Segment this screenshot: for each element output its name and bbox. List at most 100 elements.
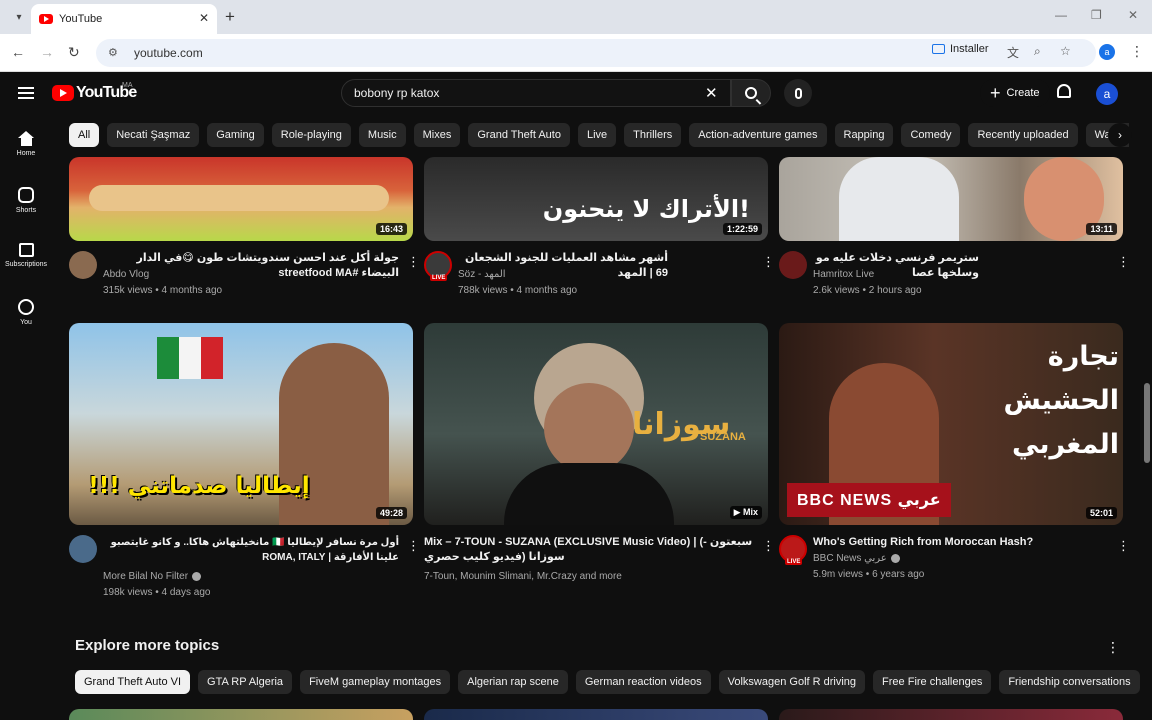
channel-name[interactable]: 7-Toun, Mounim Slimani, Mr.Crazy and mor…: [424, 571, 622, 582]
topic-chip[interactable]: Algerian rap scene: [458, 670, 568, 694]
chips-next-arrow-icon[interactable]: ›: [1108, 123, 1132, 147]
chip[interactable]: Necati Şaşmaz: [107, 123, 200, 147]
channel-name-text: More Bilal No Filter: [103, 571, 189, 582]
channel-name[interactable]: Söz - المهد: [458, 269, 506, 280]
topic-chip[interactable]: GTA RP Algeria: [198, 670, 293, 694]
chip[interactable]: Grand Theft Auto: [468, 123, 570, 147]
video-menu-icon[interactable]: ⋮: [1117, 255, 1130, 269]
new-tab-plus-icon[interactable]: +: [225, 7, 235, 27]
chip[interactable]: Role-playing: [271, 123, 351, 147]
chip[interactable]: Gaming: [207, 123, 264, 147]
video-thumbnail[interactable]: تجارة الحشيش المغربي BBC NEWS عربي 52:01: [779, 323, 1123, 525]
notifications-bell-icon[interactable]: [1057, 84, 1071, 98]
topic-chip[interactable]: FiveM gameplay montages: [300, 670, 451, 694]
minimize-icon[interactable]: —: [1055, 8, 1067, 22]
chip-all[interactable]: All: [69, 123, 100, 147]
topic-chip[interactable]: Grand Theft Auto VI: [75, 670, 191, 694]
sidebar-item-home[interactable]: Home: [0, 131, 52, 157]
video-menu-icon[interactable]: ⋮: [762, 539, 775, 553]
video-thumbnail[interactable]: سوزانا SUZANA ▶ Mix: [424, 323, 768, 525]
topic-chip[interactable]: German reaction videos: [575, 670, 711, 694]
video-meta: 315k views • 4 months ago: [103, 285, 223, 296]
chip[interactable]: Comedy: [901, 123, 961, 147]
account-avatar[interactable]: a: [1096, 83, 1118, 105]
channel-name[interactable]: BBC News عربي: [813, 553, 900, 564]
topic-chip[interactable]: Friendship conversations: [999, 670, 1140, 694]
video-meta: 788k views • 4 months ago: [458, 285, 578, 296]
video-thumbnail[interactable]: 13:11: [779, 157, 1123, 241]
page-scrollbar[interactable]: [1144, 383, 1150, 463]
chip[interactable]: Music: [358, 123, 406, 147]
zoom-icon[interactable]: ⌕: [1034, 44, 1041, 59]
country-code: MA: [122, 82, 133, 89]
search-button[interactable]: [731, 79, 771, 107]
search-input[interactable]: bobony rp katox: [341, 79, 731, 107]
chip[interactable]: Mixes: [413, 123, 461, 147]
chip[interactable]: Thrillers: [624, 123, 682, 147]
translate-icon[interactable]: 文: [1007, 44, 1019, 61]
thumbnail-overlay-text: إيطاليا صدماتني !!!: [88, 473, 310, 499]
topic-chip[interactable]: Free Fire challenges: [873, 670, 992, 694]
video-duration: 49:28: [375, 507, 407, 519]
video-thumbnail[interactable]: الأتراك لا ينحنون! 1:22:59: [424, 157, 768, 241]
chip[interactable]: Rapping: [834, 123, 894, 147]
video-menu-icon[interactable]: ⋮: [762, 255, 775, 269]
sidebar-item-shorts[interactable]: Shorts: [0, 187, 52, 214]
video-menu-icon[interactable]: ⋮: [407, 255, 420, 269]
channel-avatar[interactable]: [69, 535, 97, 563]
video-title[interactable]: أول مرة نسافر لإيطاليا 🇮🇹 مانخيلتهاش هاك…: [103, 535, 399, 565]
topic-chip[interactable]: Volkswagen Golf R driving: [718, 670, 866, 694]
video-title[interactable]: Who's Getting Rich from Moroccan Hash?: [813, 535, 1109, 550]
close-window-icon[interactable]: ✕: [1128, 8, 1138, 22]
microphone-icon: [794, 87, 802, 99]
chip[interactable]: Recently uploaded: [968, 123, 1078, 147]
channel-name[interactable]: Abdo Vlog: [103, 269, 149, 280]
video-thumbnail[interactable]: 16:43: [69, 157, 413, 241]
video-title[interactable]: Mix – 7-TOUN - SUZANA (EXCLUSIVE Music V…: [424, 535, 754, 565]
forward-arrow-icon[interactable]: →: [40, 44, 54, 60]
tab-close-icon[interactable]: ✕: [199, 11, 209, 25]
search-clear-icon[interactable]: ✕: [705, 84, 718, 102]
restore-icon[interactable]: ❐: [1091, 8, 1102, 22]
guide-menu-icon[interactable]: [18, 87, 34, 99]
channel-avatar[interactable]: [69, 251, 97, 279]
video-thumbnail[interactable]: إيطاليا صدماتني !!! 49:28: [69, 323, 413, 525]
video-menu-icon[interactable]: ⋮: [407, 539, 420, 553]
browser-menu-icon[interactable]: ⋮: [1130, 43, 1144, 60]
channel-name[interactable]: More Bilal No Filter: [103, 571, 202, 582]
sidebar-label: Subscriptions: [4, 261, 48, 268]
plus-icon: +: [990, 83, 1001, 103]
video-duration: 1:22:59: [722, 223, 762, 235]
chip[interactable]: Action-adventure games: [689, 123, 827, 147]
video-duration: 13:11: [1086, 223, 1117, 235]
browser-profile-avatar[interactable]: a: [1099, 44, 1115, 60]
channel-name[interactable]: Hamritox Live: [813, 269, 874, 280]
video-thumbnail[interactable]: [69, 709, 413, 720]
chip[interactable]: Live: [577, 123, 617, 147]
explore-menu-icon[interactable]: ⋮: [1106, 639, 1120, 656]
voice-search-button[interactable]: [784, 79, 812, 107]
install-app-button[interactable]: Installer: [932, 39, 989, 59]
video-thumbnail[interactable]: [779, 709, 1123, 720]
sidebar-item-subscriptions[interactable]: Subscriptions: [0, 243, 52, 268]
reload-icon[interactable]: ↻: [68, 44, 80, 61]
video-menu-icon[interactable]: ⋮: [1117, 539, 1130, 553]
channel-avatar[interactable]: [779, 251, 807, 279]
video-meta: 2.6k views • 2 hours ago: [813, 285, 922, 296]
youtube-play-logo-icon: [52, 85, 74, 101]
bookmark-star-icon[interactable]: ☆: [1060, 44, 1071, 58]
youtube-logo[interactable]: YouTube MA: [52, 82, 137, 102]
sidebar-label: Home: [16, 150, 36, 157]
mix-label: Mix: [742, 507, 758, 517]
sidebar-item-you[interactable]: You: [0, 299, 52, 326]
sidebar-label: You: [20, 319, 32, 326]
tab-search-chevron-icon[interactable]: ▾: [8, 6, 30, 28]
create-button[interactable]: + Create: [980, 79, 1050, 107]
mix-badge: ▶ Mix: [729, 506, 762, 519]
back-arrow-icon[interactable]: ←: [11, 44, 25, 60]
video-thumbnail[interactable]: [424, 709, 768, 720]
browser-toolbar: ← → ↻ ⚙ youtube.com Installer 文 ⌕ ☆ a ⋮: [0, 34, 1152, 72]
browser-tab-youtube[interactable]: YouTube ✕: [31, 4, 217, 34]
url-text: youtube.com: [134, 46, 203, 60]
site-info-icon[interactable]: ⚙: [108, 46, 122, 60]
